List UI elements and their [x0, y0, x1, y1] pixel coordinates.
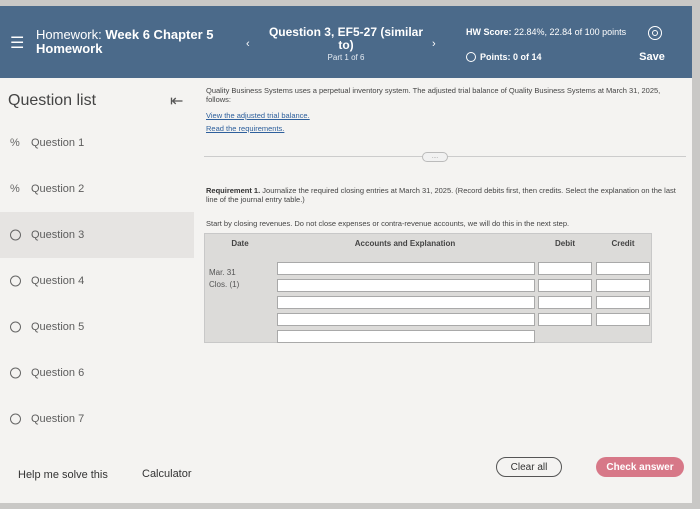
column-header-debit: Debit: [555, 239, 575, 248]
help-me-solve-link[interactable]: Help me solve this: [18, 469, 108, 481]
debit-input-2[interactable]: [538, 279, 592, 292]
calculator-link[interactable]: Calculator: [142, 468, 192, 480]
expand-more-button[interactable]: ....: [422, 152, 448, 162]
points-status: Points: 0 of 14: [466, 52, 542, 62]
hw-score: HW Score: 22.84%, 22.84 of 100 points: [466, 27, 627, 37]
requirements-link[interactable]: Read the requirements.: [206, 124, 284, 133]
instruction-text: Start by closing revenues. Do not close …: [206, 219, 570, 228]
account-input-1[interactable]: [277, 262, 535, 275]
homework-title: Homework: Week 6 Chapter 5 Homework: [36, 27, 214, 56]
next-question-icon[interactable]: ›: [432, 38, 436, 50]
save-button[interactable]: Save: [628, 46, 676, 68]
journal-entry-table: Date Accounts and Explanation Debit Cred…: [204, 233, 652, 343]
unanswered-circle-icon: [10, 413, 21, 425]
question-title: Question 3, EF5-27 (similar to): [268, 25, 424, 52]
column-header-accounts: Accounts and Explanation: [354, 239, 456, 248]
sidebar-item-question-1[interactable]: % Question 1: [0, 120, 194, 166]
credit-input-4[interactable]: [596, 313, 650, 326]
sidebar-item-question-5[interactable]: Question 5: [0, 304, 194, 350]
collapse-panel-icon[interactable]: ⇤: [170, 91, 183, 111]
menu-icon[interactable]: ☰: [10, 36, 24, 52]
partial-credit-icon: %: [10, 137, 20, 149]
column-header-date: Date: [231, 239, 249, 248]
sidebar-item-question-6[interactable]: Question 6: [0, 350, 194, 396]
sidebar-item-question-2[interactable]: % Question 2: [0, 166, 194, 212]
unanswered-circle-icon: [10, 275, 21, 287]
unanswered-circle-icon: [10, 367, 21, 379]
header-bar: ☰ Homework: Week 6 Chapter 5 Homework ‹ …: [0, 6, 692, 78]
app-frame: ☰ Homework: Week 6 Chapter 5 Homework ‹ …: [0, 6, 692, 503]
credit-input-1[interactable]: [596, 262, 650, 275]
account-input-2[interactable]: [277, 279, 535, 292]
debit-input-3[interactable]: [538, 296, 592, 309]
debit-input-1[interactable]: [538, 262, 592, 275]
debit-input-4[interactable]: [538, 313, 592, 326]
sidebar-item-question-7[interactable]: Question 7: [0, 396, 194, 442]
explanation-input[interactable]: [277, 330, 535, 343]
trial-balance-link[interactable]: View the adjusted trial balance.: [206, 111, 310, 120]
partial-credit-icon: %: [10, 183, 20, 195]
clear-all-button[interactable]: Clear all: [496, 457, 562, 477]
part-indicator: Part 1 of 6: [327, 53, 365, 62]
entry-date: Mar. 31 Clos. (1): [209, 268, 240, 289]
sidebar-item-question-4[interactable]: Question 4: [0, 258, 194, 304]
account-input-3[interactable]: [277, 296, 535, 309]
account-input-4[interactable]: [277, 313, 535, 326]
unanswered-circle-icon: [10, 229, 21, 241]
credit-input-2[interactable]: [596, 279, 650, 292]
previous-question-icon[interactable]: ‹: [246, 38, 250, 50]
question-intro: Quality Business Systems uses a perpetua…: [206, 86, 661, 104]
check-answer-button[interactable]: Check answer: [596, 457, 684, 477]
column-header-credit: Credit: [611, 239, 635, 248]
credit-input-3[interactable]: [596, 296, 650, 309]
unanswered-circle-icon: [10, 321, 21, 333]
points-circle-icon: [466, 52, 476, 62]
requirement-text: Requirement 1. Journalize the required c…: [206, 186, 676, 204]
question-list-title: Question list: [8, 92, 97, 109]
sidebar-item-question-3[interactable]: Question 3: [0, 212, 194, 258]
gear-icon[interactable]: [648, 26, 662, 40]
